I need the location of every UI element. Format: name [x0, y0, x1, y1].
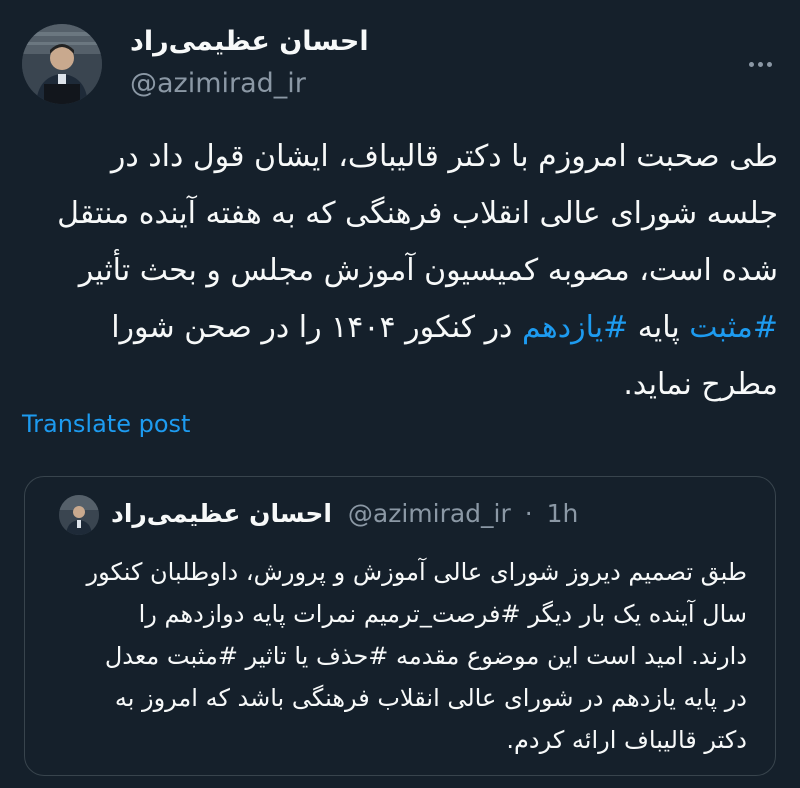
tweet-line: مطرح نماید. — [623, 367, 778, 402]
tweet-text-segment: پایه — [628, 310, 690, 345]
translate-post-link[interactable]: Translate post — [22, 410, 190, 438]
more-dots-icon[interactable] — [742, 46, 778, 82]
quoted-author-handle[interactable]: @azimirad_ir — [348, 499, 511, 528]
tweet-line: شده است، مصوبه کمیسیون آموزش مجلس و بحث … — [78, 253, 778, 288]
quoted-timestamp[interactable]: 1h — [547, 499, 579, 528]
quoted-meta: احسان عظیمی‌راد @azimirad_ir · 1h — [111, 499, 578, 528]
tweet-text-segment: در کنکور ۱۴۰۴ را در صحن شورا — [111, 310, 522, 345]
meta-separator: · — [524, 499, 533, 528]
author-avatar[interactable] — [22, 24, 102, 104]
quoted-tweet-header: احسان عظیمی‌راد @azimirad_ir · 1h — [59, 495, 759, 535]
quoted-line: طبق تصمیم دیروز شورای عالی آموزش و پرورش… — [86, 558, 747, 586]
hashtag-link[interactable]: #مثبت — [689, 310, 778, 345]
tweet-text: طی صحبت امروزم با دکتر قالیباف، ایشان قو… — [22, 128, 778, 413]
quoted-text: طبق تصمیم دیروز شورای عالی آموزش و پرورش… — [47, 551, 747, 761]
tweet-line: جلسه شورای عالی انقلاب فرهنگی که به هفته… — [57, 196, 778, 231]
author-handle[interactable]: @azimirad_ir — [130, 68, 306, 99]
tweet-line: #مثبت پایه #یازدهم در کنکور ۱۴۰۴ را در ص… — [22, 299, 778, 356]
quoted-line: سال آینده یک بار دیگر #فرصت_ترمیم نمرات … — [138, 600, 747, 628]
quoted-line: در پایه یازدهم در شورای عالی انقلاب فرهن… — [114, 684, 747, 712]
quoted-author-name[interactable]: احسان عظیمی‌راد — [111, 499, 332, 528]
author-name[interactable]: احسان عظیمی‌راد — [130, 26, 369, 57]
tweet-line: طی صحبت امروزم با دکتر قالیباف، ایشان قو… — [110, 139, 778, 174]
quoted-tweet[interactable]: احسان عظیمی‌راد @azimirad_ir · 1h طبق تص… — [24, 476, 776, 776]
quoted-line: دارند. امید است این موضوع مقدمه #حذف یا … — [104, 642, 747, 670]
tweet-header: احسان عظیمی‌راد @azimirad_ir — [22, 24, 778, 104]
quoted-author-avatar[interactable] — [59, 495, 99, 535]
quoted-line: دکتر قالیباف ارائه کردم. — [506, 726, 747, 754]
hashtag-link[interactable]: #یازدهم — [522, 310, 628, 345]
